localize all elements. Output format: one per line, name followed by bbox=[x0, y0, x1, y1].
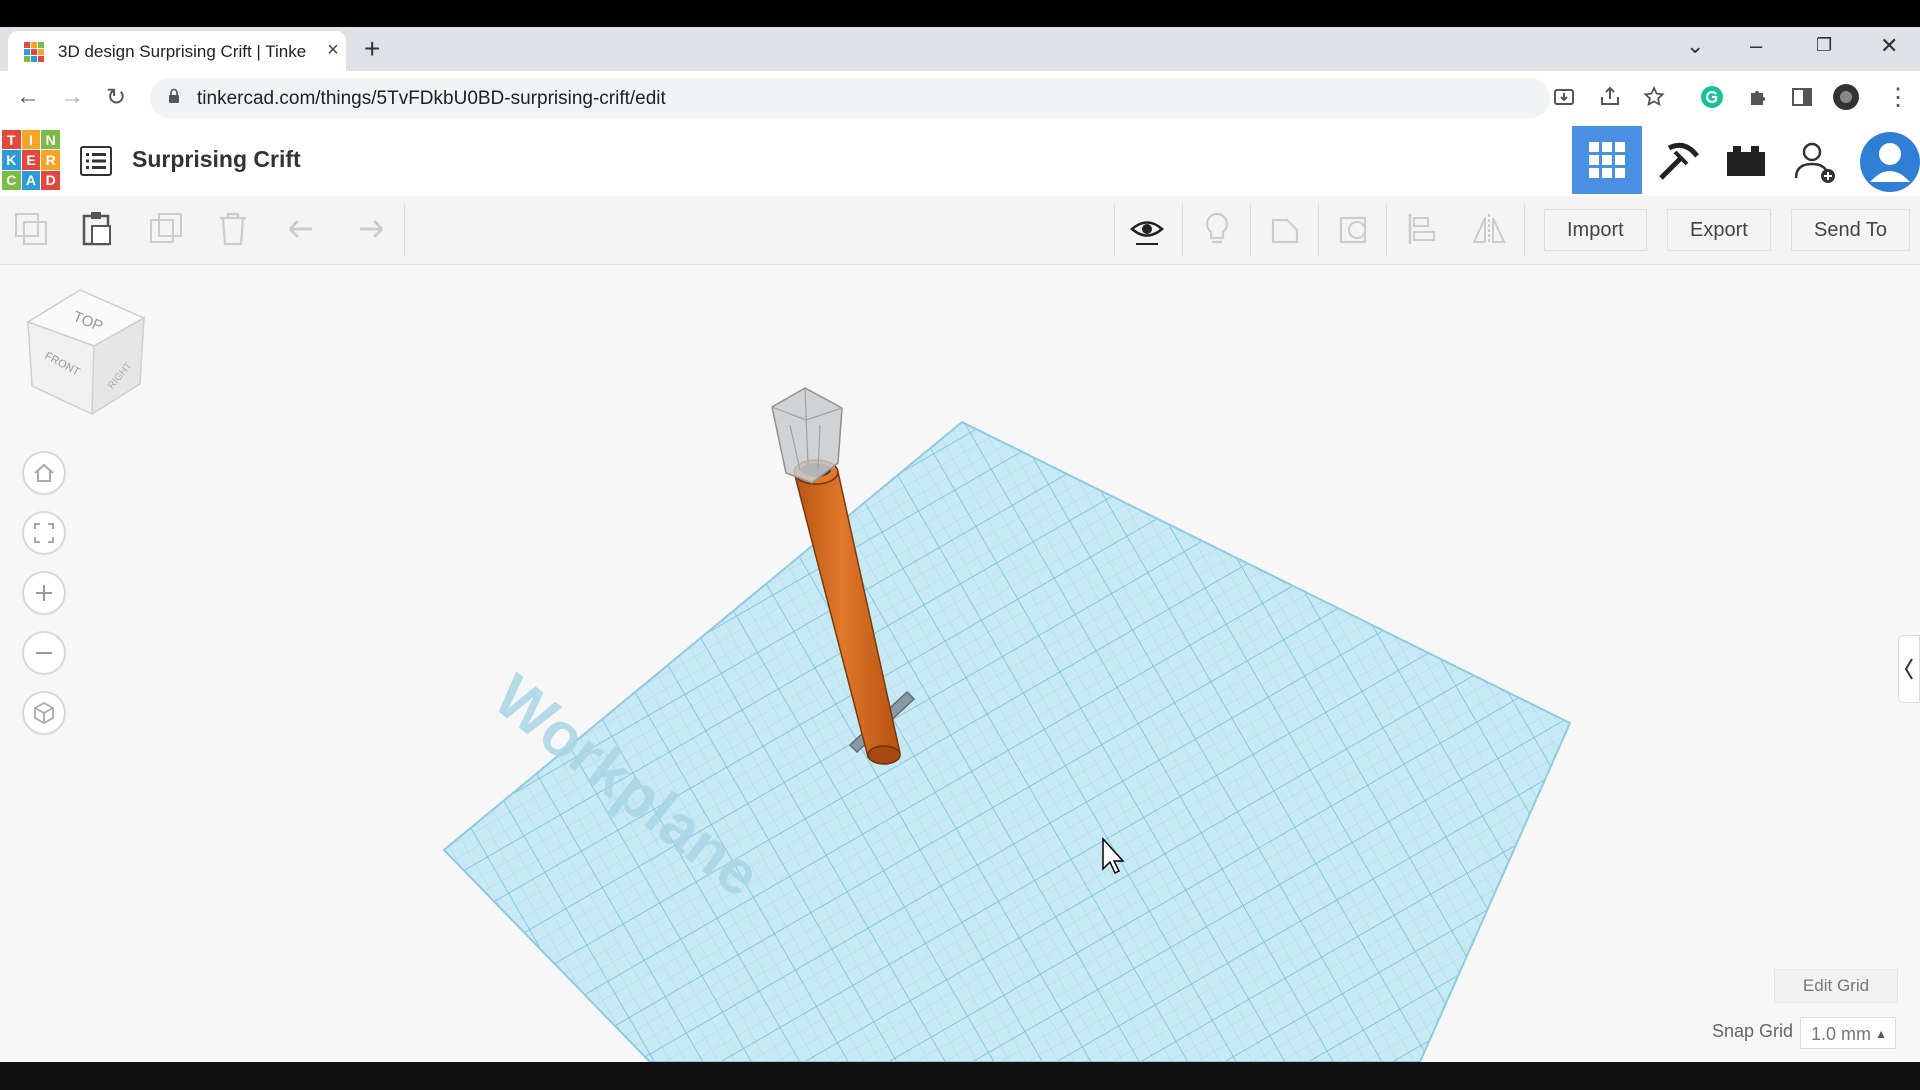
profile-avatar-icon[interactable] bbox=[1832, 83, 1860, 111]
reload-icon[interactable]: ↻ bbox=[106, 83, 126, 112]
address-toolbar: ← → ↻ tinkercad.com/things/5TvFDkbU0BD-s… bbox=[0, 71, 1920, 127]
send-to-button[interactable]: Send To bbox=[1791, 209, 1911, 251]
zoom-out-button[interactable] bbox=[22, 631, 66, 675]
restore-icon[interactable]: ❐ bbox=[1816, 35, 1832, 56]
pickaxe-icon[interactable] bbox=[1655, 138, 1701, 184]
tab-title: 3D design Surprising Crift | Tinke bbox=[58, 42, 307, 61]
undo-icon[interactable] bbox=[284, 210, 322, 248]
browser-menu-icon[interactable]: ⋮ bbox=[1886, 83, 1910, 112]
logo-letter: A bbox=[21, 170, 41, 190]
url-text: tinkercad.com/things/5TvFDkbU0BD-surpris… bbox=[197, 88, 666, 109]
extensions-puzzle-icon[interactable] bbox=[1746, 85, 1770, 109]
redo-icon[interactable] bbox=[350, 210, 388, 248]
toolbar-divider bbox=[1386, 204, 1387, 256]
toolbar-divider bbox=[1250, 204, 1251, 256]
zoom-in-button[interactable] bbox=[22, 571, 66, 615]
logo-letter: I bbox=[21, 130, 41, 150]
fit-view-icon bbox=[34, 523, 54, 543]
edit-toolbar: Import Export Send To bbox=[0, 196, 1920, 265]
close-tab-icon[interactable]: × bbox=[322, 39, 344, 61]
logo-letter: R bbox=[41, 150, 60, 170]
fit-view-button[interactable] bbox=[22, 511, 66, 555]
home-view-button[interactable] bbox=[22, 451, 66, 495]
toolbar-divider bbox=[404, 204, 405, 256]
grid-icon bbox=[1589, 142, 1625, 178]
lock-icon bbox=[169, 88, 179, 103]
workplane-canvas[interactable]: Workplane bbox=[0, 265, 1920, 1062]
paste-icon[interactable] bbox=[78, 210, 116, 248]
chevron-left-icon bbox=[1904, 658, 1913, 680]
close-window-icon[interactable]: ✕ bbox=[1880, 33, 1898, 59]
delete-icon[interactable] bbox=[214, 210, 252, 248]
visibility-eye-icon[interactable] bbox=[1128, 210, 1166, 248]
caret-up-icon: ▲ bbox=[1875, 1027, 1887, 1041]
snap-grid-label: Snap Grid bbox=[1712, 1021, 1794, 1041]
copy-icon[interactable] bbox=[12, 210, 50, 248]
notes-lightbulb-icon[interactable] bbox=[1198, 210, 1236, 248]
align-icon[interactable] bbox=[1404, 210, 1442, 248]
logo-letter: T bbox=[2, 130, 21, 150]
tinkercad-logo[interactable]: T I N K E R C A D bbox=[2, 130, 60, 190]
logo-letter: K bbox=[2, 150, 21, 170]
screen-bottom-border bbox=[0, 1062, 1920, 1090]
view-cube[interactable]: TOP FRONT RIGHT bbox=[22, 288, 146, 416]
minus-icon bbox=[36, 652, 52, 654]
plus-icon bbox=[36, 585, 52, 601]
toolbar-divider bbox=[1524, 204, 1525, 256]
duplicate-icon[interactable] bbox=[147, 210, 185, 248]
tinkercad-favicon-icon bbox=[24, 42, 44, 62]
invite-user-icon[interactable] bbox=[1792, 138, 1838, 184]
import-button[interactable]: Import bbox=[1544, 209, 1647, 251]
design-list-icon[interactable] bbox=[80, 146, 112, 176]
edit-grid-button[interactable]: Edit Grid bbox=[1774, 969, 1898, 1003]
toolbar-divider bbox=[1114, 204, 1115, 256]
ungroup-shapes-icon[interactable] bbox=[1335, 210, 1373, 248]
new-tab-button[interactable]: + bbox=[364, 35, 380, 63]
tab-search-chevron-icon[interactable]: ⌄ bbox=[1686, 33, 1704, 59]
install-app-icon[interactable] bbox=[1552, 85, 1576, 109]
side-panel-icon[interactable] bbox=[1790, 85, 1814, 109]
app-header: T I N K E R C A D Surprising Crift bbox=[0, 126, 1920, 197]
share-icon[interactable] bbox=[1598, 85, 1622, 109]
user-avatar-icon[interactable] bbox=[1856, 130, 1920, 194]
bookmark-star-icon[interactable] bbox=[1642, 85, 1666, 109]
group-shapes-icon[interactable] bbox=[1267, 210, 1305, 248]
design-title[interactable]: Surprising Crift bbox=[132, 146, 301, 173]
logo-letter: D bbox=[41, 170, 60, 190]
back-icon[interactable]: ← bbox=[16, 83, 40, 111]
snap-grid-value: 1.0 mm bbox=[1811, 1024, 1872, 1044]
mirror-icon[interactable] bbox=[1470, 210, 1508, 248]
shapes-panel-toggle[interactable] bbox=[1898, 635, 1920, 703]
export-button[interactable]: Export bbox=[1667, 209, 1771, 251]
logo-letter: C bbox=[2, 170, 21, 190]
logo-letter: N bbox=[41, 130, 60, 150]
toolbar-divider bbox=[1182, 204, 1183, 256]
toolbar-divider bbox=[1318, 204, 1319, 256]
browser-tab-bar: 3D design Surprising Crift | Tinke × + ⌄… bbox=[0, 27, 1920, 71]
cube-perspective-icon bbox=[34, 701, 54, 725]
3d-viewport[interactable]: Workplane TOP FRONT RIGHT Edit Grid Snap… bbox=[0, 265, 1920, 1062]
hole-shape[interactable] bbox=[771, 387, 843, 484]
grammarly-icon[interactable] bbox=[1700, 85, 1724, 109]
forward-icon[interactable]: → bbox=[60, 83, 84, 111]
3d-design-view-button[interactable] bbox=[1572, 126, 1642, 194]
home-icon bbox=[34, 463, 54, 482]
minimize-icon[interactable]: – bbox=[1750, 33, 1762, 59]
snap-grid-select[interactable]: 1.0 mm ▲ bbox=[1800, 1017, 1896, 1049]
logo-letter: E bbox=[21, 150, 41, 170]
address-bar[interactable]: tinkercad.com/things/5TvFDkbU0BD-surpris… bbox=[150, 78, 1550, 118]
perspective-toggle-button[interactable] bbox=[22, 691, 66, 735]
bricks-icon[interactable] bbox=[1723, 138, 1769, 184]
browser-tab[interactable]: 3D design Surprising Crift | Tinke × bbox=[8, 31, 346, 71]
